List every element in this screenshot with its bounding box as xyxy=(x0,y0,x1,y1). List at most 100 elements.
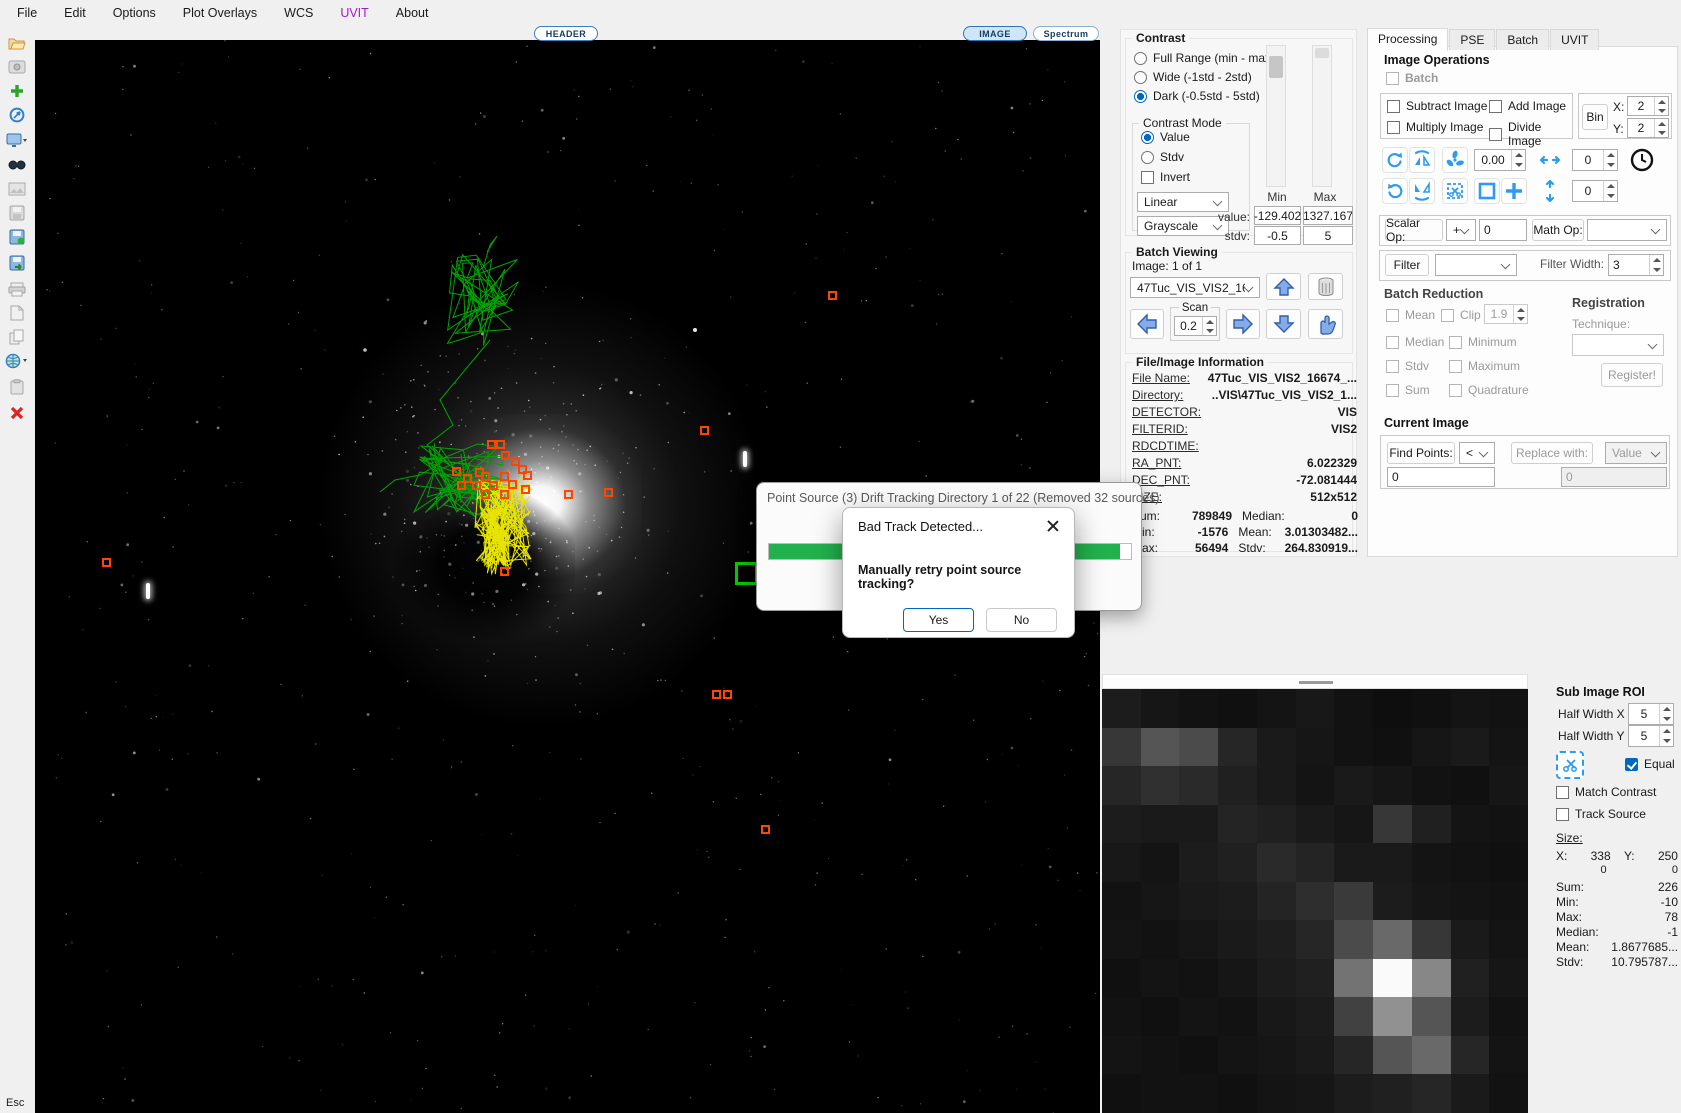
box-select-button[interactable] xyxy=(1474,178,1500,204)
spinner-arrows[interactable] xyxy=(1603,150,1617,170)
menu-wcs[interactable]: WCS xyxy=(280,4,317,22)
median-checkbox[interactable]: Median xyxy=(1386,335,1444,349)
track-source-checkbox[interactable]: Track Source xyxy=(1556,807,1646,821)
radio-icon[interactable] xyxy=(1134,52,1147,65)
image-icon[interactable] xyxy=(4,178,30,200)
contrast-option-full-range[interactable]: Full Range (min - max) xyxy=(1134,51,1275,65)
sum-checkbox[interactable]: Sum xyxy=(1386,383,1430,397)
shift-y-spinner[interactable]: 0 xyxy=(1572,180,1618,202)
display-settings-icon[interactable] xyxy=(4,130,30,152)
radio-icon[interactable] xyxy=(1141,131,1154,144)
scalar-op-button[interactable]: Scalar Op: xyxy=(1385,219,1443,241)
up-arrow-button[interactable] xyxy=(1266,273,1301,300)
crosshair-button[interactable] xyxy=(1501,178,1527,204)
bin-x-spinner[interactable]: 2 xyxy=(1627,96,1669,116)
checkbox-icon[interactable] xyxy=(1386,72,1399,85)
spinner-arrows[interactable] xyxy=(1654,97,1668,115)
page-icon[interactable] xyxy=(4,302,30,324)
checkbox-icon[interactable] xyxy=(1625,758,1638,771)
radio-icon[interactable] xyxy=(1134,71,1147,84)
timer-button[interactable] xyxy=(1629,147,1655,173)
filter-button[interactable]: Filter xyxy=(1385,254,1429,276)
spinner-arrows[interactable] xyxy=(1511,150,1525,170)
flip-horizontal-button[interactable] xyxy=(1409,147,1435,173)
crop-button[interactable] xyxy=(1442,178,1468,204)
clipboard-icon[interactable] xyxy=(4,376,30,398)
find-icon[interactable] xyxy=(4,154,30,176)
next-image-button[interactable] xyxy=(1226,309,1260,339)
radio-icon[interactable] xyxy=(1134,90,1147,103)
rotate-angle-spinner[interactable]: 0.00 xyxy=(1474,149,1526,171)
checkbox-icon[interactable] xyxy=(1441,309,1454,322)
spectrum-tab[interactable]: Spectrum xyxy=(1033,26,1099,41)
min-slider-thumb[interactable] xyxy=(1269,56,1283,78)
open-folder-icon[interactable] xyxy=(4,32,30,54)
screenshot-icon[interactable] xyxy=(4,56,30,78)
scale-select[interactable]: Linear xyxy=(1137,192,1229,212)
checkbox-icon[interactable] xyxy=(1556,808,1569,821)
batch-file-select[interactable]: 47Tuc_VIS_VIS2_166 xyxy=(1130,277,1260,298)
mode-stdv[interactable]: Stdv xyxy=(1141,150,1184,164)
tab-processing[interactable]: Processing xyxy=(1367,28,1448,51)
shift-x-spinner[interactable]: 0 xyxy=(1572,149,1618,171)
rotate-cw-button[interactable] xyxy=(1382,147,1408,173)
yes-button[interactable]: Yes xyxy=(903,608,974,632)
add-image-checkbox[interactable]: Add Image xyxy=(1489,99,1566,113)
copy-icon[interactable] xyxy=(4,326,30,348)
roi-selection-box[interactable] xyxy=(735,562,758,585)
match-contrast-checkbox[interactable]: Match Contrast xyxy=(1556,785,1656,799)
tab-uvit[interactable]: UVIT xyxy=(1550,29,1599,50)
checkbox-icon[interactable] xyxy=(1449,360,1462,373)
shift-x-button[interactable] xyxy=(1537,147,1563,173)
mode-value[interactable]: Value xyxy=(1141,130,1190,144)
equal-checkbox[interactable]: Equal xyxy=(1625,757,1675,771)
spinner-arrows[interactable] xyxy=(1513,305,1527,323)
checkbox-icon[interactable] xyxy=(1386,309,1399,322)
sub-image-pixel-view[interactable] xyxy=(1102,689,1528,1113)
checkbox-icon[interactable] xyxy=(1489,100,1502,113)
add-icon[interactable] xyxy=(4,80,30,102)
radio-icon[interactable] xyxy=(1141,151,1154,164)
stdv-checkbox[interactable]: Stdv xyxy=(1386,359,1429,373)
half-width-x-spinner[interactable]: 5 xyxy=(1628,703,1674,725)
checkbox-icon[interactable] xyxy=(1449,336,1462,349)
save-icon[interactable] xyxy=(4,226,30,248)
spinner-arrows[interactable] xyxy=(1654,119,1668,137)
register-button[interactable]: Register! xyxy=(1601,363,1663,387)
menu-file[interactable]: File xyxy=(13,4,41,22)
max-slider-thumb[interactable] xyxy=(1315,48,1329,58)
header-button[interactable]: HEADER xyxy=(534,26,598,41)
menu-options[interactable]: Options xyxy=(109,4,160,22)
stdv-max-field[interactable]: 5 xyxy=(1303,226,1353,245)
shift-y-button[interactable] xyxy=(1537,178,1563,204)
replace-with-button[interactable]: Replace with: xyxy=(1511,442,1593,464)
bin-y-spinner[interactable]: 2 xyxy=(1627,118,1669,138)
scalar-op-select[interactable]: + xyxy=(1446,219,1476,241)
min-slider[interactable] xyxy=(1266,45,1286,187)
rotate-angle-button[interactable] xyxy=(1442,147,1468,173)
image-tab[interactable]: IMAGE xyxy=(963,26,1027,41)
checkbox-icon[interactable] xyxy=(1141,171,1154,184)
clip-spinner[interactable]: 1.9 xyxy=(1484,304,1528,324)
replace-value-input[interactable]: 0 xyxy=(1561,467,1667,487)
rotate-ccw-button[interactable] xyxy=(1382,178,1408,204)
minimum-checkbox[interactable]: Minimum xyxy=(1449,335,1517,349)
subtract-image-checkbox[interactable]: Subtract Image xyxy=(1387,99,1487,113)
flip-vertical-button[interactable] xyxy=(1409,178,1435,204)
menu-plot-overlays[interactable]: Plot Overlays xyxy=(179,4,261,22)
multiply-image-checkbox[interactable]: Multiply Image xyxy=(1387,120,1483,134)
spinner-arrows[interactable] xyxy=(1603,181,1617,201)
spinner-arrows[interactable] xyxy=(1659,726,1673,746)
checkbox-icon[interactable] xyxy=(1387,100,1400,113)
quadrature-checkbox[interactable]: Quadrature xyxy=(1449,383,1529,397)
print-icon[interactable] xyxy=(4,278,30,300)
save-as-icon[interactable] xyxy=(4,252,30,274)
contrast-option-wide[interactable]: Wide (-1std - 2std) xyxy=(1134,70,1252,84)
filter-select[interactable] xyxy=(1435,254,1517,276)
divide-image-checkbox[interactable]: Divide Image xyxy=(1489,120,1572,148)
max-slider[interactable] xyxy=(1312,45,1332,187)
value-min-field[interactable]: -129.402 xyxy=(1254,206,1301,225)
invert-checkbox[interactable]: Invert xyxy=(1141,170,1190,184)
technique-select[interactable] xyxy=(1572,334,1664,356)
half-width-y-spinner[interactable]: 5 xyxy=(1628,725,1674,747)
